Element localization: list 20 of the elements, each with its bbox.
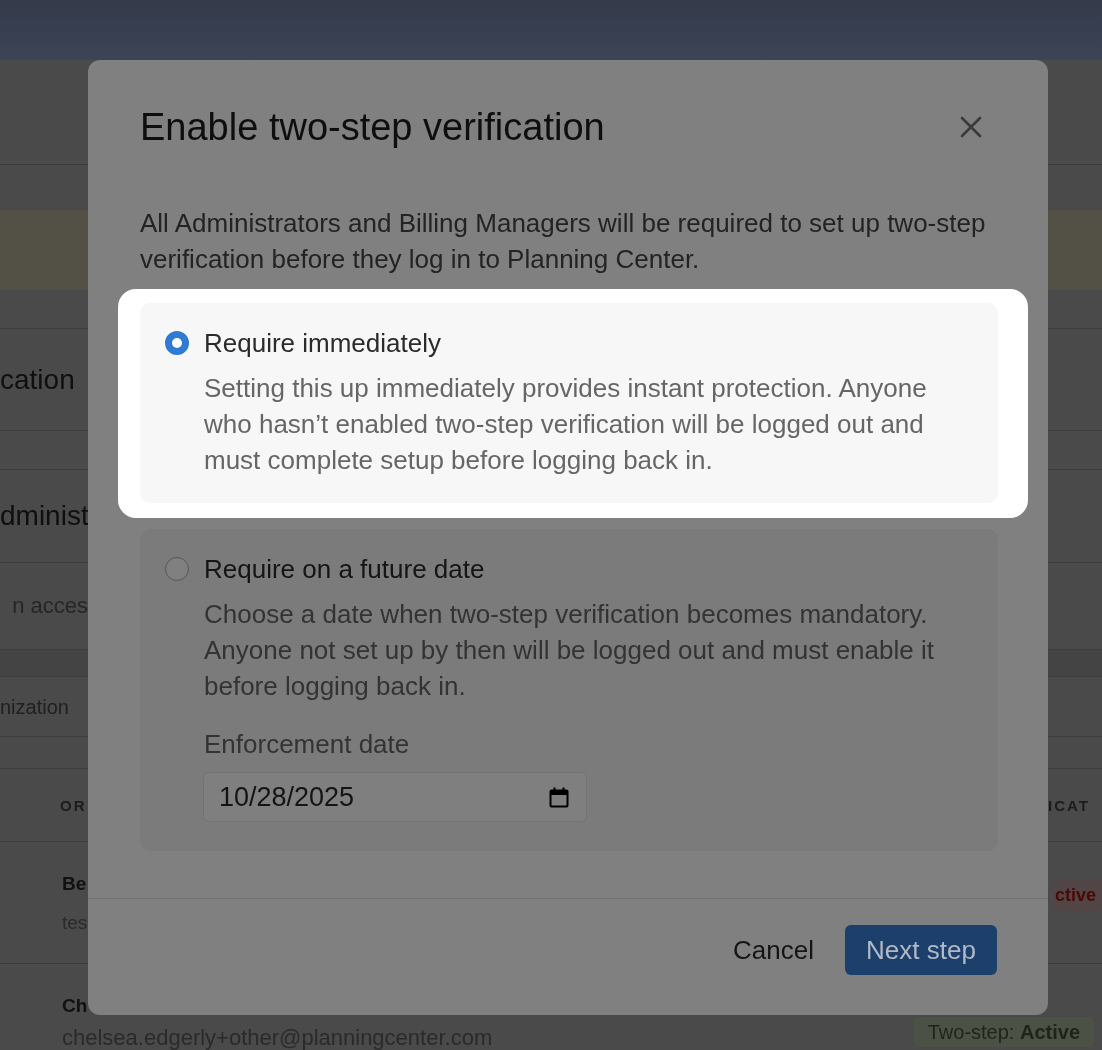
option-label: Require immediately bbox=[204, 327, 442, 360]
date-input[interactable]: 10/28/2025 bbox=[203, 772, 587, 822]
close-button[interactable] bbox=[960, 116, 982, 138]
section-heading: dminist bbox=[0, 499, 88, 533]
radio-button[interactable] bbox=[165, 331, 189, 355]
status-badge: ctive bbox=[1052, 878, 1102, 911]
close-icon bbox=[960, 116, 982, 138]
calendar-icon bbox=[549, 786, 569, 808]
field-label: Enforcement date bbox=[204, 728, 411, 761]
person-name: Ch bbox=[62, 995, 88, 1017]
next-step-button[interactable]: Next step bbox=[845, 925, 997, 975]
dialog-title: Enable two-step verification bbox=[140, 105, 605, 149]
dialog-description: All Administrators and Billing Managers will be required to set up two-step verification before they log in to Planning Center. bbox=[140, 207, 987, 276]
option-label: Require on a future date bbox=[204, 553, 486, 586]
section-heading: cation bbox=[0, 362, 75, 397]
option-description: Setting this up immediately provides instant protection. Anyone who hasn’t enabled two-step verification will be logged out and must complete setup before logging back in. bbox=[204, 372, 928, 477]
radio-button[interactable] bbox=[165, 557, 189, 581]
cancel-button[interactable]: Cancel bbox=[717, 925, 830, 975]
option-description: Choose a date when two-step verification becomes mandatory. Anyone not set up by then will be logged out and must enable it before logging back in. bbox=[204, 598, 935, 703]
person-name: Be bbox=[62, 873, 88, 895]
